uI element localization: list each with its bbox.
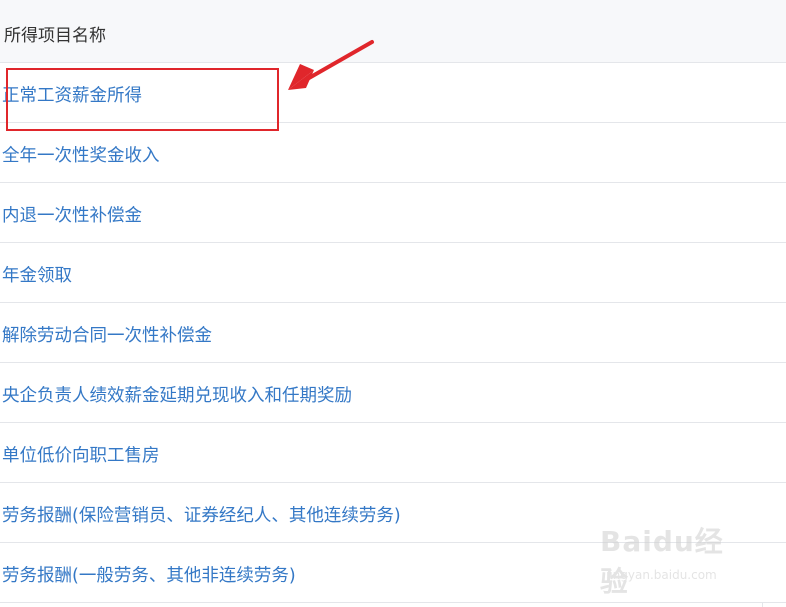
income-item-link[interactable]: 全年一次性奖金收入 (2, 142, 160, 167)
table-header: 所得项目名称 (0, 0, 786, 63)
table-row: 单位低价向职工售房 (0, 423, 786, 483)
table-row: 内退一次性补偿金 (0, 183, 786, 243)
income-item-link[interactable]: 央企负责人绩效薪金延期兑现收入和任期奖励 (2, 382, 352, 407)
income-item-link[interactable]: 年金领取 (2, 262, 72, 287)
watermark-url: jingyan.baidu.com (606, 568, 717, 582)
watermark-logo: Baidu经验 (600, 525, 724, 598)
income-item-link[interactable]: 单位低价向职工售房 (2, 442, 160, 467)
table-row: 解除劳动合同一次性补偿金 (0, 303, 786, 363)
highlight-box (6, 68, 279, 131)
income-item-link[interactable]: 劳务报酬(保险营销员、证券经纪人、其他连续劳务) (2, 502, 401, 527)
pointer-arrow-icon (288, 40, 374, 90)
page: 所得项目名称 正常工资薪金所得 全年一次性奖金收入 内退一次性补偿金 年金领取 … (0, 0, 786, 607)
income-item-link[interactable]: 内退一次性补偿金 (2, 202, 142, 227)
income-item-link[interactable]: 劳务报酬(一般劳务、其他非连续劳务) (2, 562, 296, 587)
income-item-link[interactable]: 解除劳动合同一次性补偿金 (2, 322, 212, 347)
table-row: 央企负责人绩效薪金延期兑现收入和任期奖励 (0, 363, 786, 423)
table-row: 年金领取 (0, 243, 786, 303)
column-header-income-item-name: 所得项目名称 (4, 26, 106, 46)
watermark: Baidu经验 jingyan.baidu.com (600, 520, 750, 598)
table-row: 全年一次性奖金收入 (0, 123, 786, 183)
